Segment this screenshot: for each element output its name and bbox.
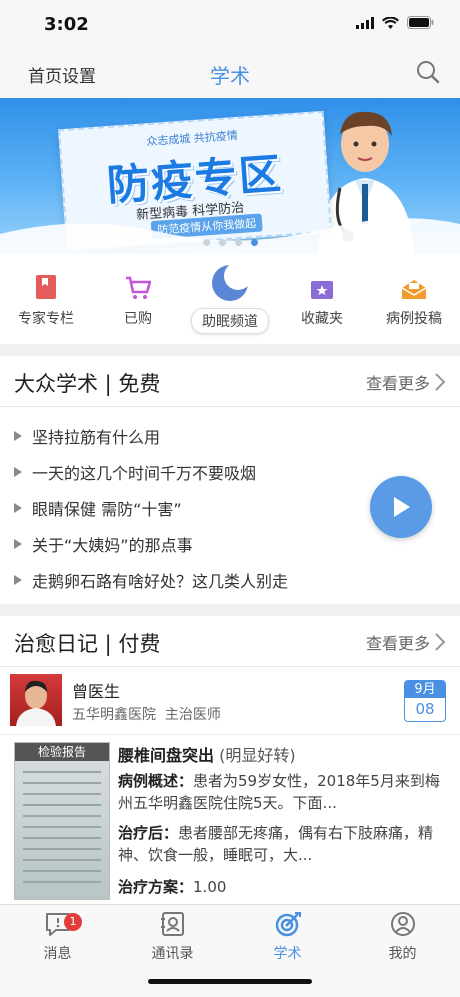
- carousel-dot[interactable]: [202, 239, 210, 246]
- carousel-dot-active[interactable]: [250, 239, 258, 246]
- tab-label: 我的: [388, 946, 417, 962]
- tab-messages[interactable]: 1 消息: [0, 911, 115, 963]
- play-triangle-icon: [14, 467, 22, 477]
- doctor-info: 五华明鑫医院 主治医师: [72, 704, 221, 724]
- article-title: 走鹅卵石路有啥好处？这几类人别走: [32, 572, 289, 591]
- carousel-dot[interactable]: [234, 239, 242, 246]
- tab-label: 学术: [273, 946, 302, 962]
- chevron-right-icon: [435, 633, 446, 651]
- quick-item-case-submission[interactable]: 病例投稿: [368, 270, 460, 328]
- view-more-label: 查看更多: [365, 374, 430, 393]
- case-after: 治疗后：患者腰部无疼痛，偶有右下肢麻痛，精神、饮食一般，睡眠可，大...: [118, 822, 450, 866]
- play-triangle-icon: [14, 503, 22, 513]
- article-title: 关于“大姨妈”的那点事: [32, 536, 193, 555]
- doctor-role: 主治医师: [164, 707, 221, 723]
- signal-icon: [356, 16, 374, 29]
- moon-icon: [212, 264, 250, 301]
- quick-item-label: 已购: [124, 311, 152, 327]
- book-icon: [36, 275, 56, 299]
- profile-icon: [390, 912, 415, 936]
- case-after-label: 治疗后：: [118, 824, 179, 842]
- case-status: (明显好转): [219, 746, 296, 765]
- diary-view-more-button[interactable]: 查看更多: [366, 630, 446, 654]
- case-plan-text: 1.00: [193, 878, 227, 896]
- section-title: 大众学术 | 免费: [14, 372, 161, 396]
- doctor-name: 曾医生: [72, 682, 121, 701]
- play-triangle-icon: [14, 539, 22, 549]
- play-triangle-icon: [14, 431, 22, 441]
- cart-icon: [126, 276, 151, 299]
- carousel-dot[interactable]: [218, 239, 226, 246]
- article-title: 坚持拉筋有什么用: [32, 428, 161, 447]
- quick-item-favorites[interactable]: 收藏夹: [276, 270, 368, 328]
- article-item[interactable]: 走鹅卵石路有啥好处？这几类人别走: [0, 562, 460, 598]
- case-summary: 病例概述：患者为59岁女性，2018年5月来到梅州五华明鑫医院住院5天。下面..…: [118, 770, 450, 814]
- quick-item-expert-column[interactable]: 专家专栏: [0, 270, 92, 328]
- date-month: 9月: [405, 681, 445, 698]
- case-summary-label: 病例概述：: [118, 772, 194, 790]
- carousel-dots: [0, 239, 460, 246]
- case-card[interactable]: 检验报告 腰椎间盘突出 (明显好转) 病例概述：患者为59岁女性，2018年5月…: [0, 738, 460, 904]
- case-diagnosis: 腰椎间盘突出: [118, 746, 215, 765]
- public-view-more-button[interactable]: 查看更多: [366, 370, 446, 394]
- tab-academic[interactable]: 学术: [230, 911, 345, 963]
- diary-section-header: 治愈日记 | 付费 查看更多: [0, 616, 460, 667]
- banner-carousel[interactable]: 众志成城 共抗疫情 防疫专区 新型病毒 科学防治 防范疫情从你我做起: [0, 98, 460, 254]
- tab-contacts[interactable]: 通讯录: [115, 911, 230, 963]
- tab-me[interactable]: 我的: [345, 911, 460, 963]
- quick-item-label: 收藏夹: [301, 311, 343, 327]
- date-badge: 9月 08: [404, 680, 446, 722]
- envelope-icon: [401, 280, 427, 299]
- quick-item-label: 助眠频道: [191, 308, 269, 334]
- message-badge: 1: [64, 913, 82, 931]
- status-bar: 3:02: [0, 0, 460, 44]
- chevron-right-icon: [435, 373, 446, 391]
- tab-label: 通讯录: [151, 946, 194, 962]
- search-icon[interactable]: [416, 60, 440, 84]
- public-section-header: 大众学术 | 免费 查看更多: [0, 356, 460, 407]
- quick-item-purchased[interactable]: 已购: [92, 270, 184, 328]
- section-title: 治愈日记 | 付费: [14, 632, 161, 656]
- contacts-icon: [160, 912, 184, 936]
- play-button[interactable]: [370, 476, 432, 538]
- article-title: 一天的这几个时间千万不要吸烟: [32, 464, 257, 483]
- play-triangle-icon: [14, 575, 22, 585]
- banner-wave: [0, 218, 460, 254]
- divider: [0, 604, 460, 616]
- page-title: 学术: [210, 64, 250, 88]
- quick-item-sleep-channel[interactable]: 助眠频道: [184, 264, 276, 334]
- report-lines: [23, 771, 101, 892]
- doctor-hospital: 五华明鑫医院: [72, 707, 156, 723]
- nav-bar: 首页设置 学术: [0, 44, 460, 99]
- folder-star-icon: [311, 281, 333, 299]
- case-plan: 治疗方案：1.00: [118, 876, 450, 898]
- avatar[interactable]: [10, 674, 62, 726]
- divider: [0, 344, 460, 356]
- status-time: 3:02: [44, 14, 89, 35]
- home-indicator: [148, 979, 312, 984]
- target-icon: [275, 912, 301, 937]
- doctor-photo: [16, 680, 56, 726]
- date-day: 08: [415, 700, 435, 718]
- doctor-row[interactable]: 曾医生 五华明鑫医院 主治医师 9月 08: [0, 668, 460, 735]
- case-plan-label: 治疗方案：: [118, 878, 194, 896]
- quick-item-label: 病例投稿: [386, 311, 442, 327]
- article-item[interactable]: 坚持拉筋有什么用: [0, 418, 460, 454]
- case-image-caption: 检验报告: [15, 743, 109, 761]
- view-more-label: 查看更多: [365, 634, 430, 653]
- play-icon: [394, 497, 410, 517]
- wifi-icon: [382, 16, 399, 29]
- case-image[interactable]: 检验报告: [14, 742, 110, 900]
- battery-icon: [407, 16, 434, 29]
- quick-menu: 专家专栏 已购 助眠频道 收藏夹 病例投稿: [0, 254, 460, 344]
- case-title: 腰椎间盘突出 (明显好转): [118, 742, 296, 766]
- tab-label: 消息: [43, 946, 72, 962]
- status-icons: [356, 16, 434, 29]
- quick-item-label: 专家专栏: [18, 311, 74, 327]
- article-title: 眼睛保健 需防“十害”: [32, 500, 182, 519]
